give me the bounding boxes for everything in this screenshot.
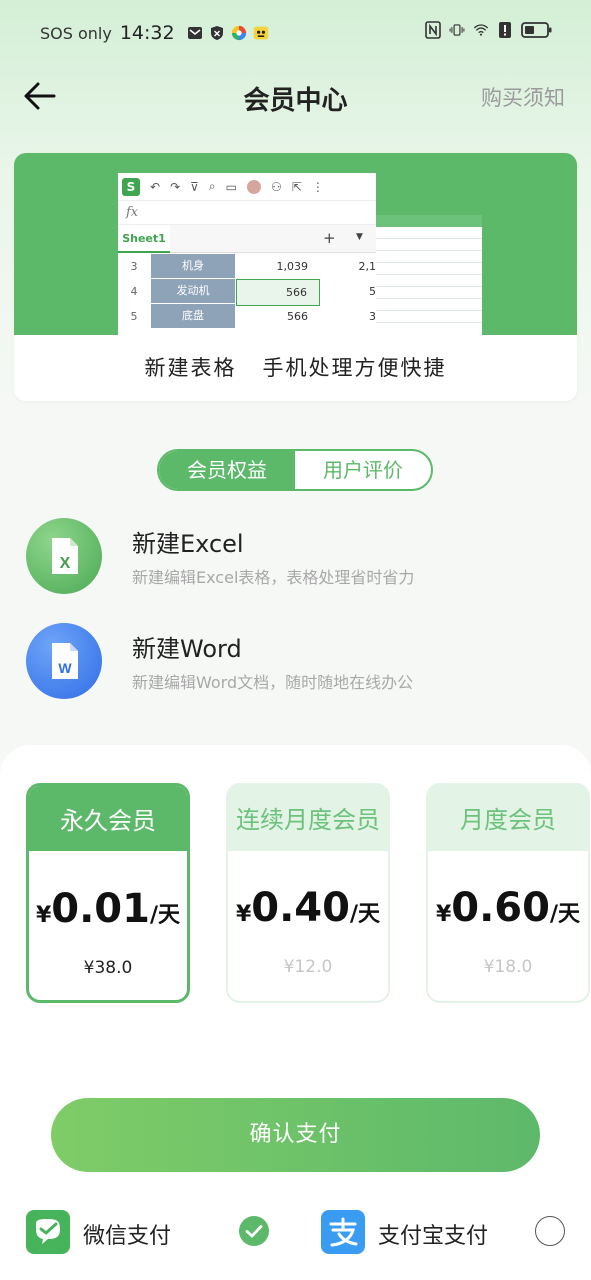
- status-bar: SOS only 14:32: [0, 0, 591, 66]
- alipay-icon: [321, 1210, 365, 1254]
- battery-icon: [521, 22, 553, 38]
- undo-icon: ↶: [150, 179, 161, 194]
- benefit-tabs: 会员权益 用户评价: [157, 449, 433, 491]
- pricing-panel: 永久会员 ¥0.01/天 ¥38.0 连续月度会员 ¥0.40/天 ¥12.0 …: [0, 745, 591, 1280]
- pay-label-wechat: 微信支付: [83, 1224, 172, 1249]
- header: 会员中心 购买须知: [0, 66, 591, 126]
- filter-icon: ⊽: [190, 179, 199, 194]
- chevron-down-icon: ▼: [356, 232, 363, 242]
- plan-original-price: ¥18.0: [483, 957, 533, 977]
- feature-title: 新建Word: [132, 635, 242, 663]
- check-icon: [245, 1225, 263, 1238]
- add-person-icon: ⚇: [271, 179, 282, 194]
- app-mascot-icon: [253, 25, 269, 41]
- formula-bar: fx: [118, 201, 376, 225]
- plan-price: ¥0.60/天: [435, 885, 581, 931]
- banner-image: S ↶ ↷ ⊽ ⌕ ▭ ⚇ ⇱ ⋮ fx Sheet1 + ▼ 3 机身 1,0…: [14, 153, 577, 335]
- sheet-tab: Sheet1: [118, 225, 170, 253]
- spreadsheet-preview: S ↶ ↷ ⊽ ⌕ ▭ ⚇ ⇱ ⋮ fx Sheet1 + ▼ 3 机身 1,0…: [118, 173, 376, 335]
- pay-option-alipay[interactable]: 支付宝支付: [321, 1210, 521, 1256]
- word-icon: W: [26, 623, 102, 699]
- feature-desc: 新建编辑Excel表格，表格处理省时省力: [132, 568, 415, 587]
- carrier-label: SOS only: [40, 23, 112, 43]
- nfc-icon: [425, 21, 441, 39]
- present-icon: ▭: [225, 179, 237, 194]
- tab-benefits[interactable]: 会员权益: [159, 451, 295, 489]
- vibrate-icon: [449, 22, 465, 38]
- table-row: 4 发动机 566 5: [118, 279, 376, 306]
- feature-title: 新建Excel: [132, 530, 244, 558]
- svg-text:X: X: [60, 555, 71, 572]
- wechat-icon: [26, 1210, 70, 1254]
- alert-icon: [497, 22, 513, 38]
- plan-name: 连续月度会员: [228, 785, 388, 851]
- grid-preview: [376, 215, 482, 335]
- mail-icon: [187, 25, 203, 41]
- sheet-logo-icon: S: [122, 177, 140, 196]
- sheet-toolbar: S ↶ ↷ ⊽ ⌕ ▭ ⚇ ⇱ ⋮: [118, 173, 376, 201]
- feature-word: W 新建Word 新建编辑Word文档，随时随地在线办公: [26, 623, 566, 703]
- avatar: [247, 179, 261, 194]
- share-icon: ⇱: [291, 179, 302, 194]
- table-row: 5 底盘 566 3: [118, 304, 376, 329]
- plus-icon: +: [323, 229, 336, 247]
- plan-price: ¥0.01/天: [35, 886, 181, 932]
- plan-name: 永久会员: [29, 786, 187, 851]
- table-row: 3 机身 1,039 2,1: [118, 254, 376, 279]
- feature-desc: 新建编辑Word文档，随时随地在线办公: [132, 673, 414, 692]
- svg-text:W: W: [58, 660, 72, 676]
- pay-label-alipay: 支付宝支付: [378, 1224, 489, 1249]
- tab-reviews[interactable]: 用户评价: [295, 451, 431, 489]
- banner-caption: 新建表格 手机处理方便快捷: [14, 335, 577, 401]
- excel-icon: X: [26, 518, 102, 594]
- color-wheel-icon: [231, 25, 247, 41]
- radio-wechat-checked[interactable]: [239, 1216, 269, 1246]
- plan-card-auto-monthly[interactable]: 连续月度会员 ¥0.40/天 ¥12.0: [226, 783, 390, 1003]
- sheet-tabs: Sheet1 + ▼: [118, 225, 376, 253]
- confirm-pay-button[interactable]: 确认支付: [51, 1098, 540, 1172]
- redo-icon: ↷: [170, 179, 181, 194]
- purchase-notice-link[interactable]: 购买须知: [481, 82, 565, 112]
- plan-card-monthly[interactable]: 月度会员 ¥0.60/天 ¥18.0: [426, 783, 590, 1003]
- plan-original-price: ¥38.0: [83, 958, 133, 978]
- promo-banner[interactable]: S ↶ ↷ ⊽ ⌕ ▭ ⚇ ⇱ ⋮ fx Sheet1 + ▼ 3 机身 1,0…: [14, 153, 577, 401]
- plan-card-lifetime[interactable]: 永久会员 ¥0.01/天 ¥38.0: [26, 783, 190, 1003]
- search-icon: ⌕: [208, 179, 216, 193]
- shield-icon: [209, 25, 225, 41]
- wifi-icon: [473, 22, 489, 38]
- plan-original-price: ¥12.0: [283, 957, 333, 977]
- radio-alipay-unchecked[interactable]: [535, 1216, 565, 1246]
- feature-excel: X 新建Excel 新建编辑Excel表格，表格处理省时省力: [26, 518, 566, 598]
- status-time: 14:32: [119, 22, 175, 44]
- more-icon: ⋮: [311, 179, 324, 194]
- plan-price: ¥0.40/天: [235, 885, 381, 931]
- plan-name: 月度会员: [428, 785, 588, 851]
